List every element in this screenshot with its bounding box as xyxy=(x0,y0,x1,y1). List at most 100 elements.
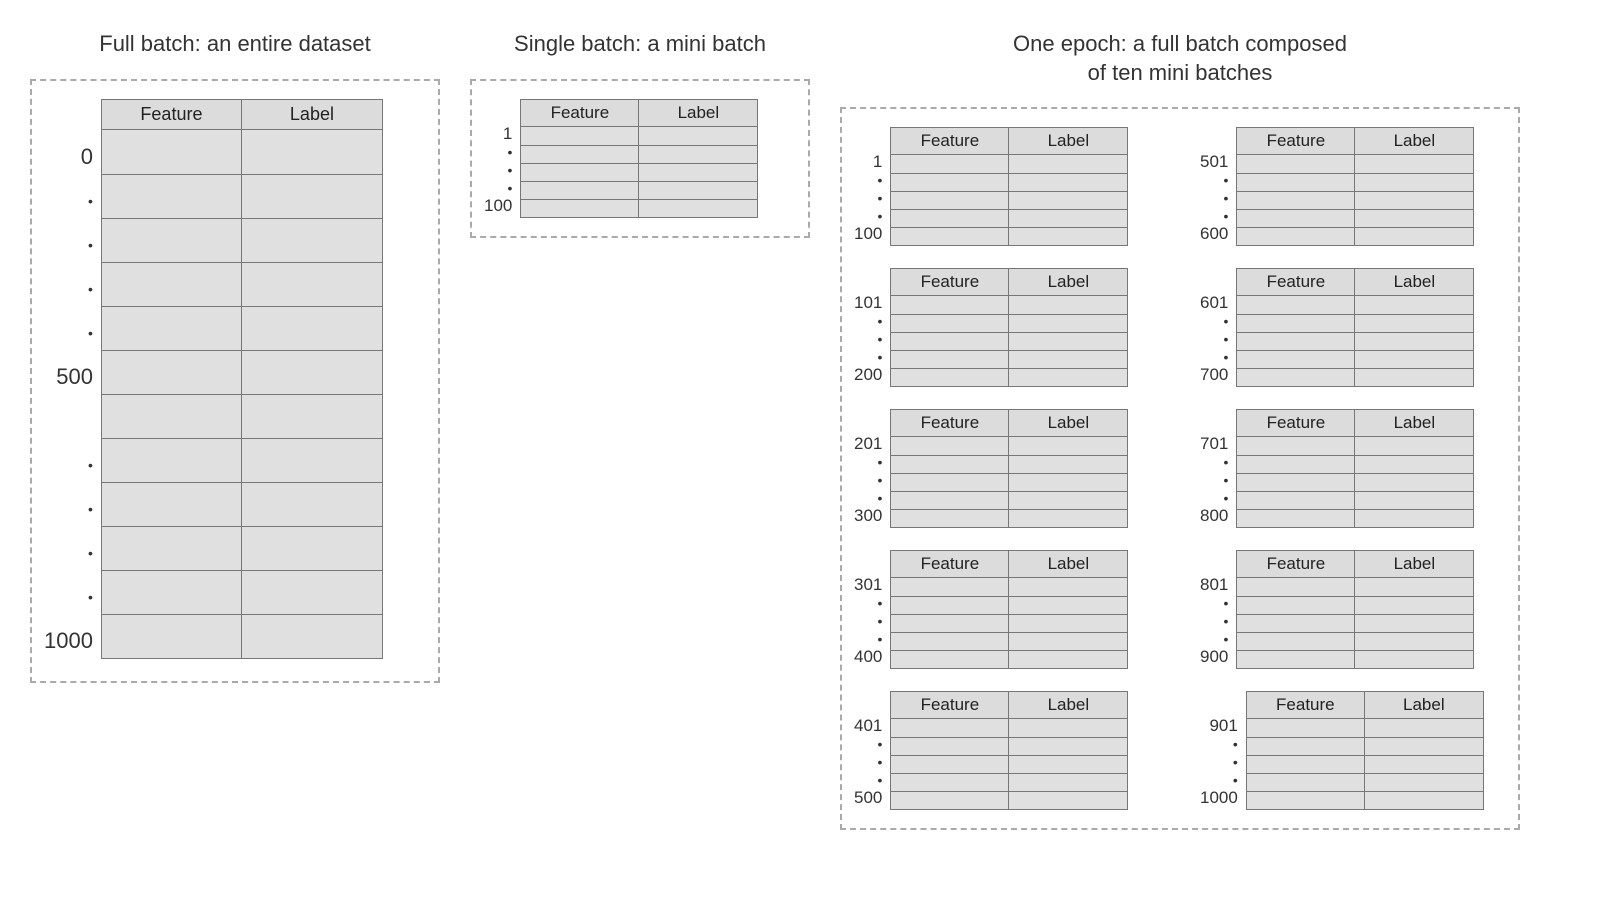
table-row xyxy=(1237,650,1473,668)
table-row xyxy=(891,155,1127,173)
table-row xyxy=(891,455,1127,473)
table-row xyxy=(1237,155,1473,173)
mini-batch-table: 601•••700FeatureLabel xyxy=(1200,268,1506,387)
single-batch-table: 1•••100 Feature Label xyxy=(484,99,796,218)
table-row xyxy=(891,737,1127,755)
full-batch-grid: Feature Label xyxy=(101,99,383,659)
table-row xyxy=(521,127,757,145)
diagram-root: Full batch: an entire dataset 0••••500••… xyxy=(30,30,1570,830)
table-row xyxy=(1237,332,1473,350)
mini-batch-grid: FeatureLabel xyxy=(1236,268,1474,387)
epoch-left-column: 1•••100FeatureLabel101•••200FeatureLabel… xyxy=(854,127,1160,810)
table-row xyxy=(891,719,1127,737)
col-feature: Feature xyxy=(891,551,1009,578)
table-row xyxy=(1237,173,1473,191)
col-label: Label xyxy=(1355,128,1473,155)
mini-batch-rownums: 101•••200 xyxy=(854,268,890,384)
mini-batch-rownums: 601•••700 xyxy=(1200,268,1236,384)
table-row xyxy=(891,614,1127,632)
epoch-section: One epoch: a full batch composed of ten … xyxy=(840,30,1520,830)
col-label: Label xyxy=(1355,410,1473,437)
table-row xyxy=(1237,368,1473,386)
mini-batch-grid: FeatureLabel xyxy=(890,127,1128,246)
table-row xyxy=(102,570,382,614)
table-row xyxy=(102,350,382,394)
table-row xyxy=(1237,614,1473,632)
table-row xyxy=(1237,509,1473,527)
table-row xyxy=(1237,191,1473,209)
mini-batch-rownums: 801•••900 xyxy=(1200,550,1236,666)
mini-batch-grid: FeatureLabel xyxy=(890,550,1128,669)
table-row xyxy=(891,191,1127,209)
table-row xyxy=(1237,296,1473,314)
single-batch-grid: Feature Label xyxy=(520,99,758,218)
col-feature: Feature xyxy=(102,100,242,130)
table-row xyxy=(891,632,1127,650)
table-row xyxy=(521,181,757,199)
table-row xyxy=(1237,209,1473,227)
table-row xyxy=(102,438,382,482)
table-row xyxy=(891,368,1127,386)
full-batch-title: Full batch: an entire dataset xyxy=(30,30,440,59)
table-row xyxy=(891,578,1127,596)
table-row xyxy=(1237,491,1473,509)
col-feature: Feature xyxy=(891,692,1009,719)
single-batch-body xyxy=(521,127,757,217)
single-batch-section: Single batch: a mini batch 1•••100 Featu… xyxy=(470,30,810,238)
table-row xyxy=(102,526,382,570)
mini-batch-grid: FeatureLabel xyxy=(890,691,1128,810)
mini-batch-table: 201•••300FeatureLabel xyxy=(854,409,1160,528)
table-row xyxy=(1237,596,1473,614)
table-row xyxy=(891,227,1127,245)
mini-batch-rownums: 901•••1000 xyxy=(1200,691,1246,807)
mini-batch-rownums: 201•••300 xyxy=(854,409,890,525)
mini-batch-grid: FeatureLabel xyxy=(1246,691,1484,810)
table-row xyxy=(102,614,382,658)
table-row xyxy=(891,473,1127,491)
table-row xyxy=(891,491,1127,509)
mini-batch-table: 1•••100FeatureLabel xyxy=(854,127,1160,246)
table-row xyxy=(891,350,1127,368)
table-row xyxy=(1237,473,1473,491)
table-row xyxy=(1247,719,1483,737)
table-row xyxy=(891,296,1127,314)
full-batch-rownums: 0••••500••••1000 xyxy=(44,99,101,663)
table-row xyxy=(1247,737,1483,755)
table-row xyxy=(1237,350,1473,368)
table-row xyxy=(1247,773,1483,791)
col-feature: Feature xyxy=(1237,410,1355,437)
mini-batch-table: 301•••400FeatureLabel xyxy=(854,550,1160,669)
mini-batch-table: 101•••200FeatureLabel xyxy=(854,268,1160,387)
table-row xyxy=(1237,455,1473,473)
col-label: Label xyxy=(1009,269,1127,296)
epoch-box: 1•••100FeatureLabel101•••200FeatureLabel… xyxy=(840,107,1520,830)
table-row xyxy=(102,306,382,350)
col-feature: Feature xyxy=(891,269,1009,296)
epoch-right-column: 501•••600FeatureLabel601•••700FeatureLab… xyxy=(1200,127,1506,810)
col-feature: Feature xyxy=(1237,269,1355,296)
table-row xyxy=(891,209,1127,227)
table-row xyxy=(891,773,1127,791)
col-feature: Feature xyxy=(891,128,1009,155)
table-row xyxy=(102,394,382,438)
col-feature: Feature xyxy=(1247,692,1365,719)
single-batch-rownums: 1•••100 xyxy=(484,99,520,215)
full-batch-table: 0••••500••••1000 Feature Label xyxy=(44,99,426,663)
full-batch-section: Full batch: an entire dataset 0••••500••… xyxy=(30,30,440,683)
table-row xyxy=(1247,791,1483,809)
mini-batch-rownums: 301•••400 xyxy=(854,550,890,666)
mini-batch-rownums: 701•••800 xyxy=(1200,409,1236,525)
mini-batch-table: 801•••900FeatureLabel xyxy=(1200,550,1506,669)
table-row xyxy=(891,596,1127,614)
table-row xyxy=(891,314,1127,332)
mini-batch-table: 401•••500FeatureLabel xyxy=(854,691,1160,810)
mini-batch-grid: FeatureLabel xyxy=(890,268,1128,387)
table-row xyxy=(1237,578,1473,596)
table-row xyxy=(891,509,1127,527)
table-row xyxy=(1237,227,1473,245)
col-label: Label xyxy=(1009,551,1127,578)
table-row xyxy=(891,755,1127,773)
table-row xyxy=(891,173,1127,191)
table-row xyxy=(102,262,382,306)
col-label: Label xyxy=(1365,692,1483,719)
